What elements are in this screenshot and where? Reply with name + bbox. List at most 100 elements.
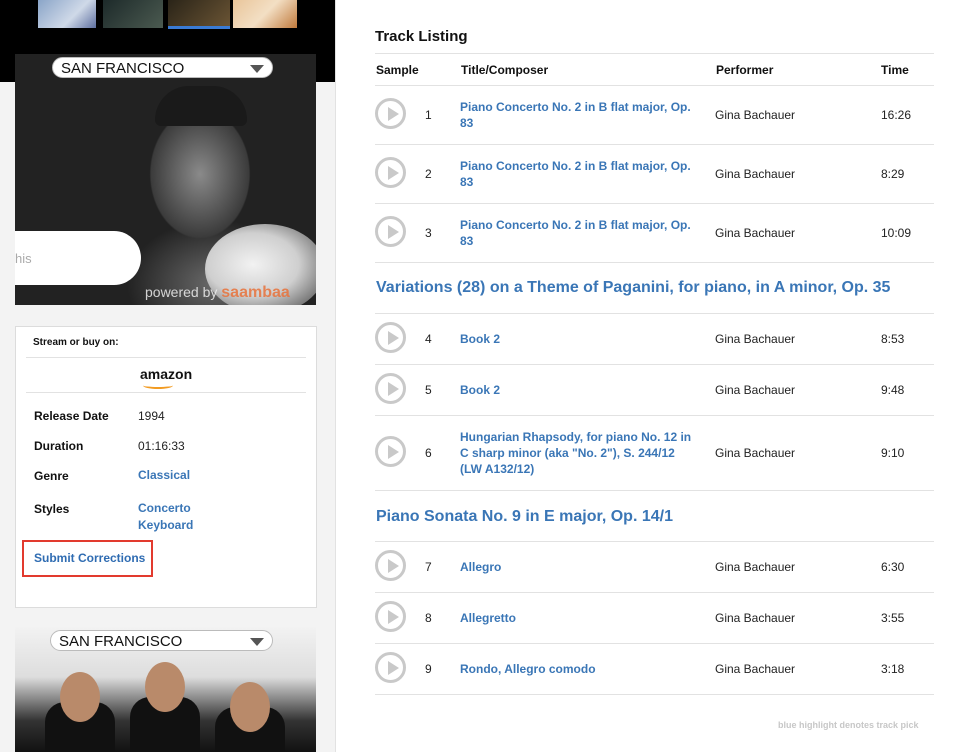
sidebar: his powered by saambaa SAN FRANCISCO Str… — [0, 0, 336, 752]
saambaa-logo: saambaa — [221, 284, 290, 301]
track-title-link[interactable]: Allegretto — [460, 610, 700, 626]
ad-bubble-text: his — [15, 251, 32, 266]
amazon-smile-icon — [143, 382, 173, 389]
track-number: 6 — [425, 446, 432, 460]
track-title-link[interactable]: Piano Concerto No. 2 in B flat major, Op… — [460, 158, 700, 190]
track-performer: Gina Bachauer — [715, 108, 796, 122]
album-thumbnail[interactable] — [168, 0, 230, 29]
track-row: 7 Allegro Gina Bachauer 6:30 — [375, 542, 934, 592]
track-title-link[interactable]: Book 2 — [460, 382, 700, 398]
duration-label: Duration — [34, 439, 84, 453]
track-number: 5 — [425, 383, 432, 397]
genre-link[interactable]: Classical — [138, 467, 190, 484]
play-icon[interactable] — [375, 436, 406, 467]
track-title-link[interactable]: Rondo, Allegro comodo — [460, 661, 700, 677]
track-performer: Gina Bachauer — [715, 560, 796, 574]
release-date-value: 1994 — [138, 409, 165, 423]
chevron-down-icon — [250, 65, 264, 73]
track-title-link[interactable]: Hungarian Rhapsody, for piano No. 12 in … — [460, 429, 710, 477]
track-title-link[interactable]: Allegro — [460, 559, 700, 575]
track-performer: Gina Bachauer — [715, 226, 796, 240]
city-select-value: SAN FRANCISCO — [59, 633, 183, 650]
ad-photo-face — [145, 662, 185, 712]
track-time: 8:29 — [881, 167, 905, 181]
play-icon[interactable] — [375, 373, 406, 404]
column-header-title: Title/Composer — [461, 63, 549, 77]
track-time: 9:10 — [881, 446, 905, 460]
track-performer: Gina Bachauer — [715, 167, 796, 181]
play-icon[interactable] — [375, 601, 406, 632]
release-date-label: Release Date — [34, 409, 109, 423]
event-ad[interactable]: his powered by saambaa SAN FRANCISCO — [15, 54, 316, 305]
track-number: 4 — [425, 332, 432, 346]
styles-label: Styles — [34, 502, 70, 516]
track-time: 16:26 — [881, 108, 912, 122]
play-icon[interactable] — [375, 322, 406, 353]
track-row: 4 Book 2 Gina Bachauer 8:53 — [375, 314, 934, 364]
track-title-link[interactable]: Piano Concerto No. 2 in B flat major, Op… — [460, 99, 700, 131]
track-row: 5 Book 2 Gina Bachauer 9:48 — [375, 365, 934, 415]
play-icon[interactable] — [375, 550, 406, 581]
style-link-keyboard[interactable]: Keyboard — [138, 517, 193, 534]
track-title-link[interactable]: Book 2 — [460, 331, 700, 347]
ad-bubble — [15, 231, 141, 285]
city-select[interactable]: SAN FRANCISCO — [52, 57, 273, 78]
stream-label: Stream or buy on: — [33, 337, 119, 348]
track-row: 1 Piano Concerto No. 2 in B flat major, … — [375, 86, 934, 144]
track-performer: Gina Bachauer — [715, 611, 796, 625]
divider — [26, 392, 306, 393]
track-performer: Gina Bachauer — [715, 446, 796, 460]
track-number: 2 — [425, 167, 432, 181]
track-performer: Gina Bachauer — [715, 332, 796, 346]
ad-photo-hat — [155, 86, 247, 126]
album-thumbnail[interactable] — [103, 0, 163, 28]
track-time: 3:55 — [881, 611, 905, 625]
column-header-sample: Sample — [376, 63, 419, 77]
play-icon[interactable] — [375, 98, 406, 129]
divider — [375, 53, 934, 54]
track-number: 1 — [425, 108, 432, 122]
amazon-logo[interactable]: amazon — [140, 366, 192, 382]
album-info-card: Stream or buy on: amazon Release Date 19… — [15, 326, 317, 608]
album-thumbnail[interactable] — [38, 0, 96, 28]
track-title-line: 83 — [460, 175, 474, 189]
track-title-line: Piano Concerto No. 2 in B flat major, Op… — [460, 100, 691, 114]
track-performer: Gina Bachauer — [715, 383, 796, 397]
track-listing-title: Track Listing — [375, 28, 468, 45]
track-title-link[interactable]: Piano Concerto No. 2 in B flat major, Op… — [460, 217, 700, 249]
genre-label: Genre — [34, 469, 69, 483]
play-icon[interactable] — [375, 216, 406, 247]
powered-by-label: powered by saambaa — [145, 284, 290, 302]
track-time: 8:53 — [881, 332, 905, 346]
track-time: 6:30 — [881, 560, 905, 574]
city-select-value: SAN FRANCISCO — [61, 60, 185, 77]
track-pick-footnote: blue highlight denotes track pick — [778, 720, 919, 730]
album-thumbnail[interactable] — [233, 0, 297, 28]
track-performer: Gina Bachauer — [715, 662, 796, 676]
track-number: 7 — [425, 560, 432, 574]
ad-photo-face — [230, 682, 270, 732]
track-title-line: 83 — [460, 116, 474, 130]
work-title-link[interactable]: Piano Sonata No. 9 in E major, Op. 14/1 — [376, 508, 673, 526]
track-number: 8 — [425, 611, 432, 625]
submit-corrections-button[interactable]: Submit Corrections — [22, 540, 153, 577]
track-title-line: (LW A132/12) — [460, 462, 535, 476]
track-title-line: Hungarian Rhapsody, for piano No. 12 in — [460, 430, 692, 444]
divider — [375, 694, 934, 695]
track-title-line: C sharp minor (aka "No. 2"), S. 244/12 — [460, 446, 675, 460]
column-header-time: Time — [881, 63, 909, 77]
divider — [26, 357, 306, 358]
city-select[interactable]: SAN FRANCISCO — [50, 630, 273, 651]
track-row: 8 Allegretto Gina Bachauer 3:55 — [375, 593, 934, 643]
track-title-line: 83 — [460, 234, 474, 248]
ad-photo-face — [60, 672, 100, 722]
track-title-line: Piano Concerto No. 2 in B flat major, Op… — [460, 159, 691, 173]
track-row: 9 Rondo, Allegro comodo Gina Bachauer 3:… — [375, 644, 934, 694]
work-title-link[interactable]: Variations (28) on a Theme of Paganini, … — [376, 279, 890, 297]
play-icon[interactable] — [375, 157, 406, 188]
style-link-concerto[interactable]: Concerto — [138, 500, 191, 517]
track-row: 3 Piano Concerto No. 2 in B flat major, … — [375, 204, 934, 262]
play-icon[interactable] — [375, 652, 406, 683]
divider — [375, 262, 934, 263]
event-ad[interactable]: SAN FRANCISCO — [15, 627, 316, 752]
